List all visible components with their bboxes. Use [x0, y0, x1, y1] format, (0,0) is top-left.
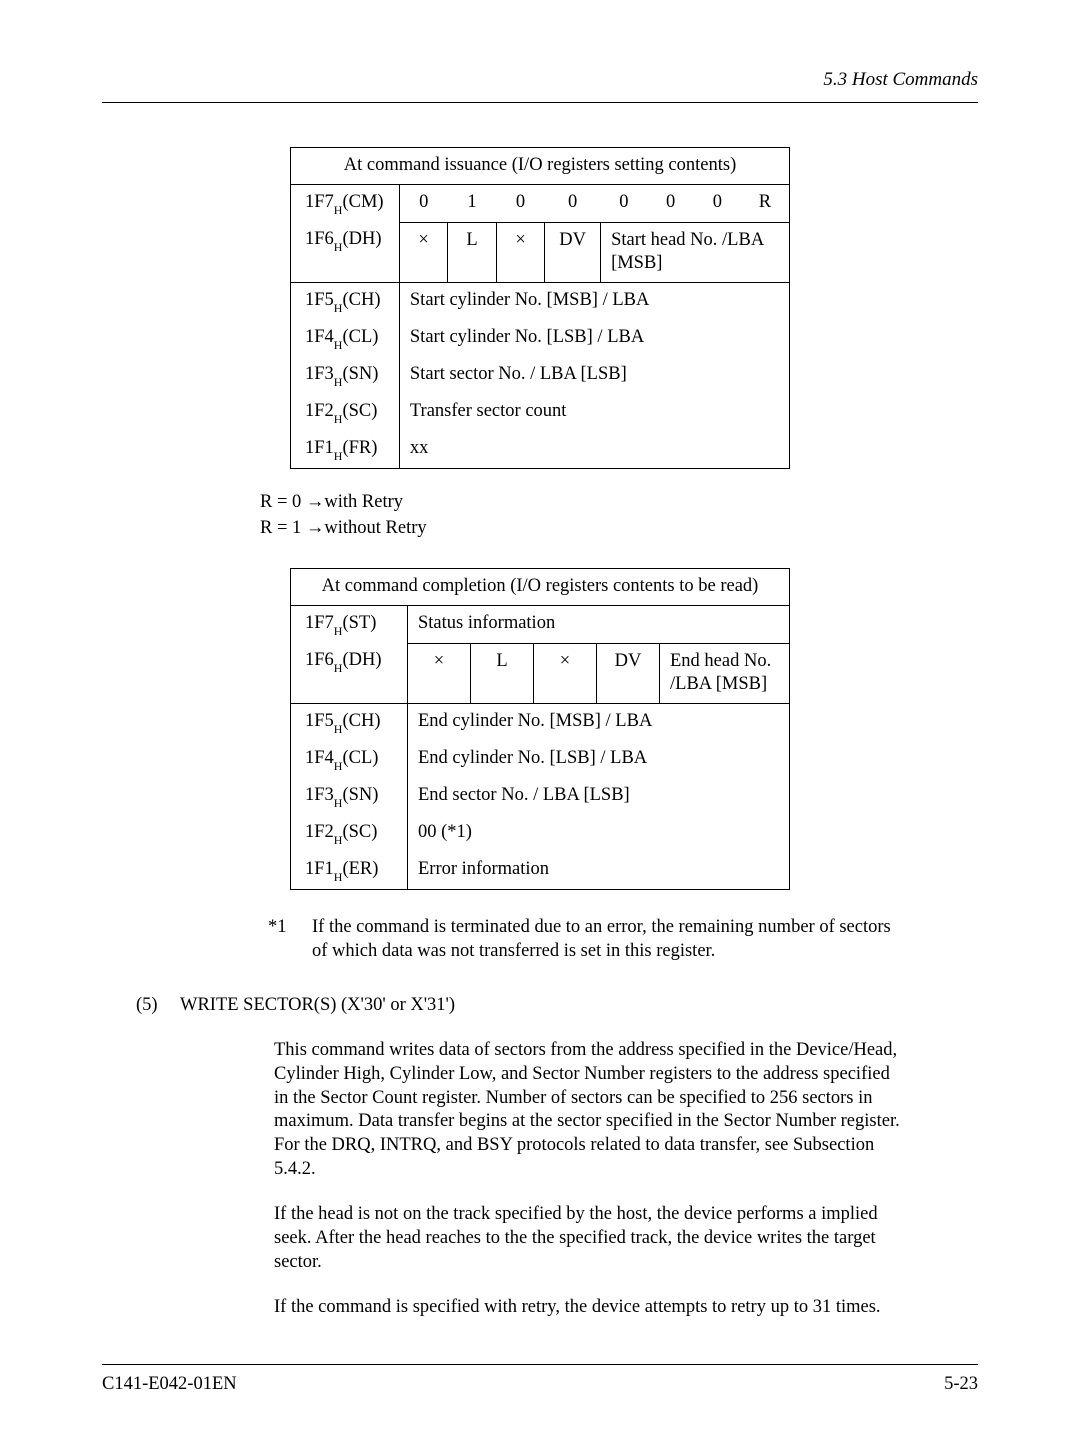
- cell: ×: [534, 643, 597, 703]
- cell: Start cylinder No. [LSB] / LBA: [399, 320, 789, 357]
- bit: 0: [601, 184, 648, 222]
- reg-label: 1F7H(CM): [291, 184, 400, 222]
- footnote-mark: *1: [268, 916, 312, 963]
- reg-label: 1F4H(CL): [291, 741, 408, 778]
- cell: End cylinder No. [LSB] / LBA: [408, 741, 790, 778]
- table-row: 1F5H(CH) End cylinder No. [MSB] / LBA: [291, 704, 790, 742]
- table-row: 1F5H(CH) Start cylinder No. [MSB] / LBA: [291, 282, 790, 320]
- table-row: 1F7H(ST) Status information: [291, 606, 790, 644]
- cell: DV: [597, 643, 660, 703]
- reg-label: 1F2H(SC): [291, 394, 400, 431]
- table-row: 1F1H(ER) Error information: [291, 852, 790, 890]
- table-row: 1F2H(SC) Transfer sector count: [291, 394, 790, 431]
- paragraph: If the command is specified with retry, …: [274, 1296, 900, 1320]
- reg-label: 1F4H(CL): [291, 320, 400, 357]
- bit: R: [741, 184, 790, 222]
- footnote: *1 If the command is terminated due to a…: [268, 916, 900, 963]
- bit: 0: [496, 184, 544, 222]
- table-caption: At command issuance (I/O registers setti…: [291, 148, 790, 185]
- footnote-text: If the command is terminated due to an e…: [312, 916, 900, 963]
- cell: L: [448, 222, 497, 282]
- cell: xx: [399, 431, 789, 469]
- cell: ×: [399, 222, 447, 282]
- reg-label: 1F5H(CH): [291, 282, 400, 320]
- reg-label: 1F6H(DH): [291, 643, 408, 703]
- reg-label: 1F5H(CH): [291, 704, 408, 742]
- table-row: 1F3H(SN) Start sector No. / LBA [LSB]: [291, 357, 790, 394]
- cell: Start sector No. / LBA [LSB]: [399, 357, 789, 394]
- page-number: 5-23: [944, 1373, 978, 1397]
- cell: 00 (*1): [408, 815, 790, 852]
- bit: 0: [399, 184, 447, 222]
- table-row: 1F6H(DH) × L × DV Start head No. /LBA [M…: [291, 222, 790, 282]
- retry-notes: R = 0 →with Retry R = 1 →without Retry: [260, 491, 978, 540]
- table-row: 1F1H(FR) xx: [291, 431, 790, 469]
- reg-label: 1F1H(FR): [291, 431, 400, 469]
- reg-label: 1F6H(DH): [291, 222, 400, 282]
- table-row: 1F2H(SC) 00 (*1): [291, 815, 790, 852]
- bit: 0: [545, 184, 601, 222]
- cell: Transfer sector count: [399, 394, 789, 431]
- reg-label: 1F2H(SC): [291, 815, 408, 852]
- table-row: 1F7H(CM) 0 1 0 0 0 0 0 R: [291, 184, 790, 222]
- bit: 0: [647, 184, 694, 222]
- completion-table: At command completion (I/O registers con…: [290, 568, 790, 890]
- doc-number: C141-E042-01EN: [102, 1373, 237, 1397]
- reg-label: 1F7H(ST): [291, 606, 408, 644]
- cell: End head No. /LBA [MSB]: [660, 643, 790, 703]
- section-heading: (5) WRITE SECTOR(S) (X'30' or X'31'): [136, 994, 900, 1018]
- cell: L: [471, 643, 534, 703]
- table-row: 1F4H(CL) Start cylinder No. [LSB] / LBA: [291, 320, 790, 357]
- section-number: (5): [136, 994, 180, 1018]
- table-row: 1F3H(SN) End sector No. / LBA [LSB]: [291, 778, 790, 815]
- section-body: This command writes data of sectors from…: [274, 1039, 900, 1320]
- running-header: 5.3 Host Commands: [102, 68, 978, 103]
- issuance-table: At command issuance (I/O registers setti…: [290, 147, 790, 469]
- table-row: 1F4H(CL) End cylinder No. [LSB] / LBA: [291, 741, 790, 778]
- paragraph: If the head is not on the track specifie…: [274, 1203, 900, 1274]
- table-row: 1F6H(DH) × L × DV End head No. /LBA [MSB…: [291, 643, 790, 703]
- paragraph: This command writes data of sectors from…: [274, 1039, 900, 1181]
- cell: ×: [408, 643, 471, 703]
- reg-label: 1F1H(ER): [291, 852, 408, 890]
- cell: Status information: [408, 606, 790, 644]
- bit: 1: [448, 184, 497, 222]
- cell: ×: [496, 222, 544, 282]
- cell: Start head No. /LBA [MSB]: [601, 222, 790, 282]
- cell: End sector No. / LBA [LSB]: [408, 778, 790, 815]
- bit: 0: [694, 184, 741, 222]
- page-footer: C141-E042-01EN 5-23: [102, 1364, 978, 1397]
- cell: Start cylinder No. [MSB] / LBA: [399, 282, 789, 320]
- reg-label: 1F3H(SN): [291, 778, 408, 815]
- cell: Error information: [408, 852, 790, 890]
- table-caption: At command completion (I/O registers con…: [291, 569, 790, 606]
- cell: End cylinder No. [MSB] / LBA: [408, 704, 790, 742]
- reg-label: 1F3H(SN): [291, 357, 400, 394]
- section-title: WRITE SECTOR(S) (X'30' or X'31'): [180, 994, 455, 1018]
- cell: DV: [545, 222, 601, 282]
